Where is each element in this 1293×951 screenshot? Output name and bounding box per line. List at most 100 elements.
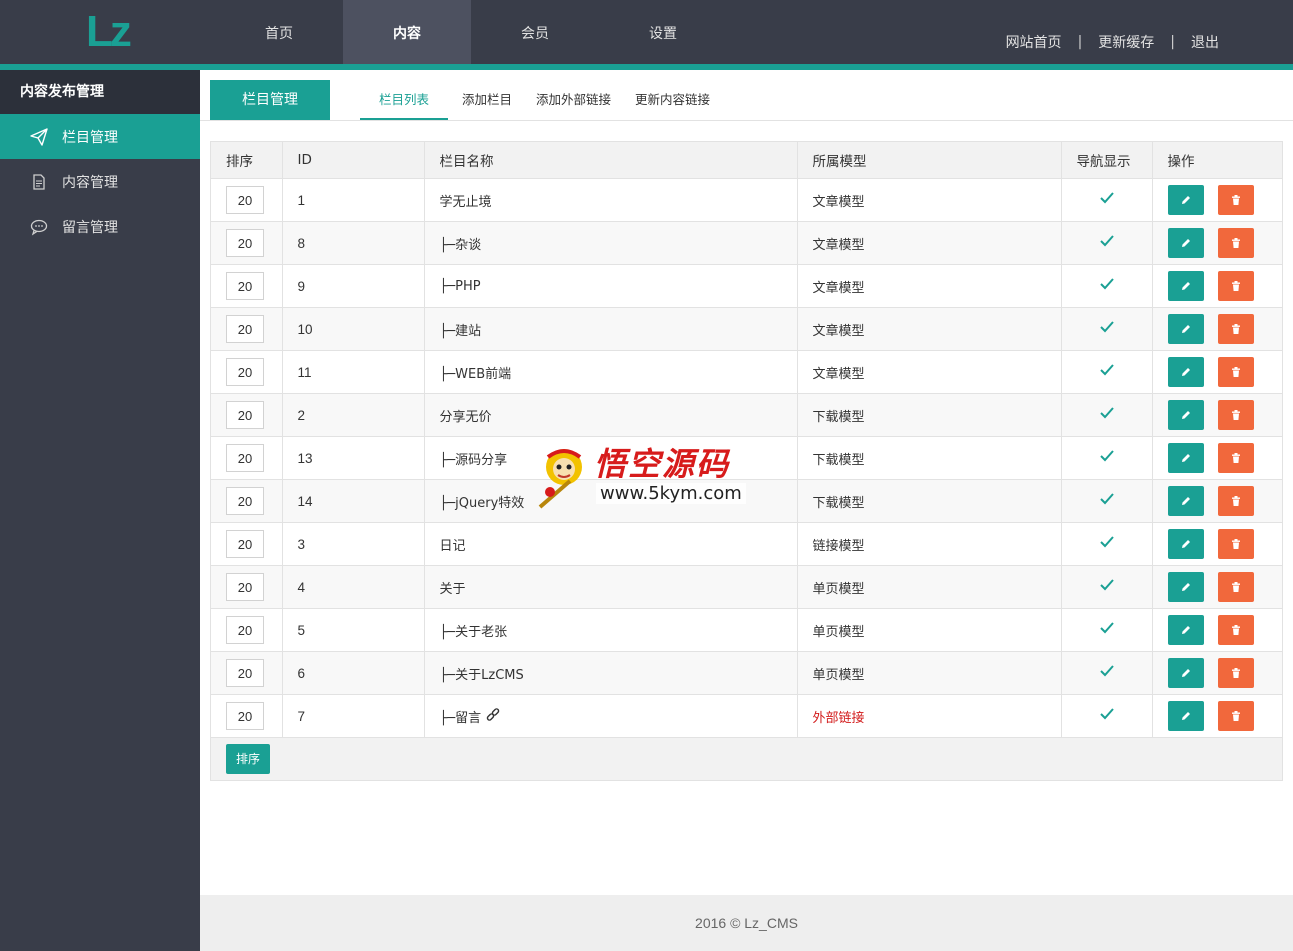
update-cache-link[interactable]: 更新缓存 xyxy=(1098,32,1154,52)
header-actions: 操作 xyxy=(1151,142,1282,179)
nav-display-cell xyxy=(1060,565,1153,609)
separator: | xyxy=(1170,34,1175,50)
category-name: ├─杂谈 xyxy=(439,237,482,253)
edit-button[interactable] xyxy=(1167,443,1204,473)
sort-order-input[interactable] xyxy=(226,659,264,687)
id-cell: 10 xyxy=(281,307,425,351)
delete-button[interactable] xyxy=(1217,658,1254,688)
nav-display-cell xyxy=(1060,393,1153,437)
delete-button[interactable] xyxy=(1217,615,1254,645)
edit-button[interactable] xyxy=(1167,314,1204,344)
sort-order-input[interactable] xyxy=(226,530,264,558)
check-icon xyxy=(1099,450,1114,466)
sort-order-input[interactable] xyxy=(226,401,264,429)
nav-display-cell xyxy=(1060,651,1153,695)
actions-cell xyxy=(1151,565,1282,609)
trash-icon xyxy=(1230,624,1242,636)
model-cell: 文章模型 xyxy=(796,221,1062,265)
id-cell: 11 xyxy=(281,350,425,394)
nav-display-cell xyxy=(1060,307,1153,351)
nav-display-cell xyxy=(1060,522,1153,566)
sort-order-input[interactable] xyxy=(226,272,264,300)
model-label: 文章模型 xyxy=(812,323,865,339)
id-cell: 1 xyxy=(281,178,425,222)
delete-button[interactable] xyxy=(1217,572,1254,602)
trash-icon xyxy=(1230,495,1242,507)
edit-button[interactable] xyxy=(1167,572,1204,602)
check-icon xyxy=(1099,579,1114,595)
site-home-link[interactable]: 网站首页 xyxy=(1006,32,1062,52)
top-nav-settings[interactable]: 设置 xyxy=(599,0,727,64)
edit-button[interactable] xyxy=(1167,228,1204,258)
actions-cell xyxy=(1151,651,1282,695)
separator: | xyxy=(1077,34,1083,50)
delete-button[interactable] xyxy=(1217,486,1254,516)
sort-cell xyxy=(211,694,283,738)
edit-button[interactable] xyxy=(1167,701,1204,731)
sort-order-input[interactable] xyxy=(226,616,264,644)
trash-icon xyxy=(1230,538,1242,550)
logo[interactable]: Lz xyxy=(86,10,132,54)
category-name: ├─WEB前端 xyxy=(439,366,512,382)
top-nav-home[interactable]: 首页 xyxy=(215,0,343,64)
delete-button[interactable] xyxy=(1217,357,1254,387)
check-icon xyxy=(1099,192,1114,208)
sidebar-item-category[interactable]: 栏目管理 xyxy=(0,114,200,159)
tab-add-external-link[interactable]: 添加外部链接 xyxy=(526,80,621,120)
table-header-row: 排序 ID 栏目名称 所属模型 导航显示 操作 xyxy=(211,142,1282,179)
edit-button[interactable] xyxy=(1167,529,1204,559)
edit-button[interactable] xyxy=(1167,185,1204,215)
edit-button[interactable] xyxy=(1167,271,1204,301)
sort-button[interactable]: 排序 xyxy=(226,744,270,774)
delete-button[interactable] xyxy=(1217,529,1254,559)
edit-button[interactable] xyxy=(1167,400,1204,430)
top-nav-members[interactable]: 会员 xyxy=(471,0,599,64)
tab-category-list[interactable]: 栏目列表 xyxy=(360,80,449,120)
header-id: ID xyxy=(281,142,425,179)
sort-order-input[interactable] xyxy=(226,573,264,601)
table-row: 8 ├─杂谈 文章模型 xyxy=(211,221,1282,265)
delete-button[interactable] xyxy=(1217,701,1254,731)
check-icon xyxy=(1099,235,1114,251)
sidebar-item-messages[interactable]: 留言管理 xyxy=(0,204,200,249)
model-label: 外部链接 xyxy=(812,710,865,726)
model-cell: 文章模型 xyxy=(796,264,1062,308)
delete-button[interactable] xyxy=(1217,443,1254,473)
model-label: 链接模型 xyxy=(812,538,865,554)
category-name: ├─源码分享 xyxy=(439,452,508,468)
top-nav-content[interactable]: 内容 xyxy=(343,0,471,64)
edit-button[interactable] xyxy=(1167,486,1204,516)
delete-button[interactable] xyxy=(1217,228,1254,258)
sort-order-input[interactable] xyxy=(226,444,264,472)
sort-order-input[interactable] xyxy=(226,702,264,730)
sort-order-input[interactable] xyxy=(226,358,264,386)
category-name: ├─建站 xyxy=(439,323,482,339)
delete-button[interactable] xyxy=(1217,185,1254,215)
actions-cell xyxy=(1151,178,1282,222)
logout-link[interactable]: 退出 xyxy=(1191,32,1219,52)
delete-button[interactable] xyxy=(1217,314,1254,344)
table-row: 1 学无止境 文章模型 xyxy=(211,178,1282,222)
tab-add-category[interactable]: 添加栏目 xyxy=(452,80,522,120)
sort-order-input[interactable] xyxy=(226,487,264,515)
sort-order-input[interactable] xyxy=(226,229,264,257)
footer: 2016 © Lz_CMS xyxy=(200,895,1293,951)
edit-button[interactable] xyxy=(1167,357,1204,387)
trash-icon xyxy=(1230,581,1242,593)
table-row: 6 ├─关于LzCMS 单页模型 xyxy=(211,651,1282,695)
tab-update-content-links[interactable]: 更新内容链接 xyxy=(625,80,720,120)
model-cell: 文章模型 xyxy=(796,178,1062,222)
sort-cell xyxy=(211,608,283,652)
delete-button[interactable] xyxy=(1217,400,1254,430)
table-row: 5 ├─关于老张 单页模型 xyxy=(211,608,1282,652)
table-row: 10 ├─建站 文章模型 xyxy=(211,307,1282,351)
category-name: ├─jQuery特效 xyxy=(439,495,525,511)
sort-order-input[interactable] xyxy=(226,186,264,214)
edit-button[interactable] xyxy=(1167,658,1204,688)
sort-order-input[interactable] xyxy=(226,315,264,343)
delete-button[interactable] xyxy=(1217,271,1254,301)
sidebar-item-content[interactable]: 内容管理 xyxy=(0,159,200,204)
check-icon xyxy=(1099,622,1114,638)
category-name: 学无止境 xyxy=(439,194,492,210)
edit-button[interactable] xyxy=(1167,615,1204,645)
